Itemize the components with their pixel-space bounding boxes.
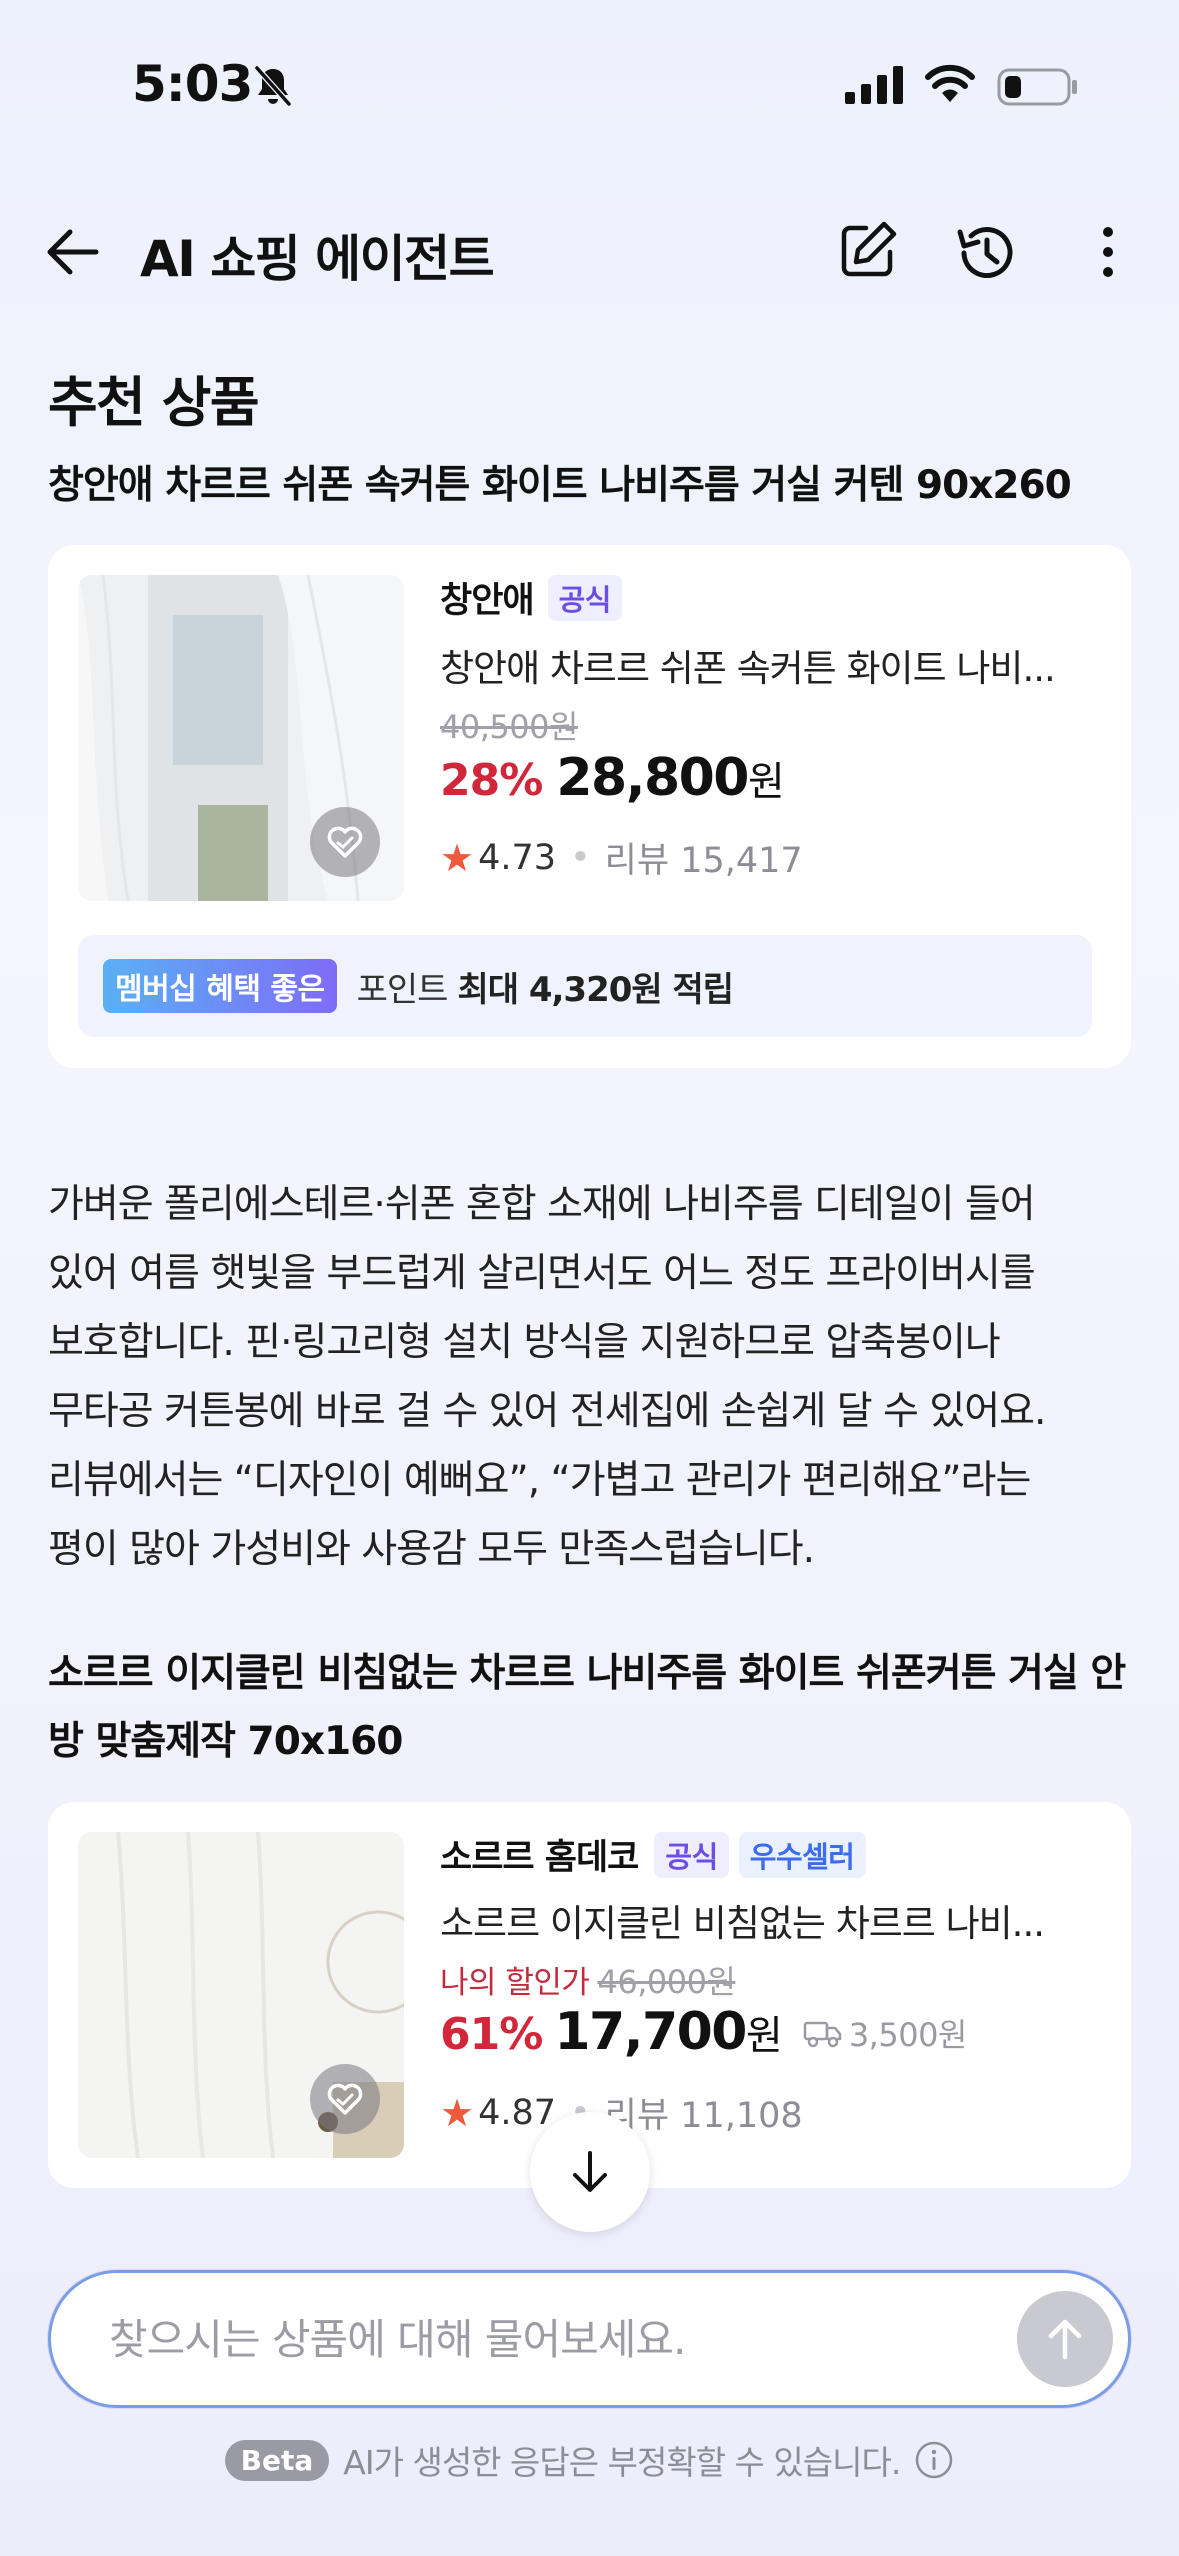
product-title: 창안애 차르르 쉬폰 속커튼 화이트 나비주름 거실 커텐 90x260: [48, 463, 1072, 508]
discount-rate: 61%: [440, 2009, 543, 2060]
wishlist-button[interactable]: [310, 807, 380, 877]
product-title: 소르르 이지클린 비침없는 차르르 나비주름 화이트 쉬폰커튼 거실 안방 맞춤…: [48, 1651, 1126, 1764]
official-badge: 공식: [547, 574, 622, 621]
star-icon: ★: [440, 2090, 475, 2135]
footer-disclaimer: Beta AI가 생성한 응답은 부정확할 수 있습니다.: [0, 2436, 1179, 2484]
seller-name: 소르르 홈데코: [440, 1838, 639, 1878]
membership-benefit: 멤버십 혜택 좋은 포인트 최대 4,320원 적립: [78, 935, 1092, 1037]
description-line: 평이 많아 가성비와 사용감 모두 만족스럽습니다.: [48, 1527, 815, 1572]
product-description: 가벼운 폴리에스테르·쉬폰 혼합 소재에 나비주름 디테일이 들어 있어 여름 …: [48, 1170, 1138, 1584]
description-line: 무타공 커튼봉에 바로 걸 수 있어 전세집에 손쉽게 달 수 있어요.: [48, 1389, 1046, 1434]
original-price: 46,000원: [597, 1963, 736, 2001]
product-image[interactable]: [78, 1832, 404, 2158]
review-count: 리뷰 15,417: [604, 841, 803, 881]
membership-tag: 멤버십 혜택 좋은: [103, 959, 337, 1013]
official-badge: 공식: [654, 1831, 729, 1878]
bell-off-icon: [254, 66, 292, 106]
delivery-truck-icon: [803, 2021, 842, 2048]
heart-icon: [327, 2083, 363, 2115]
section-title: 추천 상품: [48, 371, 260, 434]
point-amount: 최대 4,320원 적립: [457, 969, 734, 1010]
seller-name: 창안애: [440, 581, 535, 621]
price-unit: 원: [748, 759, 785, 805]
sale-price: 17,700: [554, 2002, 747, 2062]
description-line: 리뷰에서는 “디자인이 예뻐요”, “가볍고 관리가 편리해요”라는: [48, 1458, 1031, 1503]
send-button[interactable]: [1017, 2291, 1113, 2387]
history-icon[interactable]: [952, 218, 1022, 288]
my-price-label: 나의 할인가: [440, 1965, 590, 2001]
original-price: 40,500원: [440, 708, 578, 746]
discount-rate: 28%: [440, 755, 543, 806]
product-card[interactable]: 창안애 공식 창안애 차르르 쉬폰 속커튼 화이트 나비... 40,500원 …: [48, 545, 1131, 1068]
disclaimer-text: AI가 생성한 응답은 부정확할 수 있습니다.: [343, 2443, 901, 2482]
back-arrow-icon[interactable]: [40, 220, 104, 284]
separator-dot: •: [570, 837, 591, 878]
chat-input[interactable]: [109, 2273, 989, 2405]
top-seller-badge: 우수셀러: [738, 1831, 866, 1878]
point-label: 포인트: [356, 969, 449, 1010]
product-image[interactable]: [78, 575, 404, 901]
product-name: 창안애 차르르 쉬폰 속커튼 화이트 나비...: [440, 647, 1056, 690]
description-line: 보호합니다. 핀·링고리형 설치 방식을 지원하므로 압축봉이나: [48, 1320, 1001, 1365]
price-unit: 원: [746, 2013, 783, 2059]
info-icon[interactable]: [914, 2440, 954, 2480]
description-line: 가벼운 폴리에스테르·쉬폰 혼합 소재에 나비주름 디테일이 들어: [48, 1182, 1036, 1227]
sale-price: 28,800: [556, 748, 749, 808]
wishlist-button[interactable]: [310, 2064, 380, 2134]
beta-badge: Beta: [224, 2439, 330, 2481]
arrow-down-icon: [573, 2151, 607, 2192]
chat-input-container: [48, 2270, 1131, 2408]
signal-icon: [845, 66, 903, 104]
wifi-icon: [925, 64, 975, 102]
battery-icon: [997, 68, 1077, 106]
review-count: 리뷰 11,108: [604, 2096, 803, 2136]
status-time: 5:03: [132, 55, 253, 113]
scroll-down-button[interactable]: [530, 2112, 650, 2232]
product-name: 소르르 이지클린 비침없는 차르르 나비...: [440, 1902, 1045, 1945]
star-icon: ★: [440, 835, 475, 880]
arrow-up-icon: [1048, 2319, 1082, 2360]
rating: 4.87: [478, 2092, 557, 2133]
more-vertical-icon[interactable]: [1090, 220, 1126, 284]
shipping-fee: 3,500원: [848, 2016, 968, 2054]
page-title: AI 쇼핑 에이전트: [140, 230, 495, 288]
rating: 4.73: [478, 837, 557, 878]
edit-icon[interactable]: [836, 218, 900, 282]
heart-icon: [327, 826, 363, 858]
description-line: 있어 여름 햇빛을 부드럽게 살리면서도 어느 정도 프라이버시를: [48, 1251, 1036, 1296]
